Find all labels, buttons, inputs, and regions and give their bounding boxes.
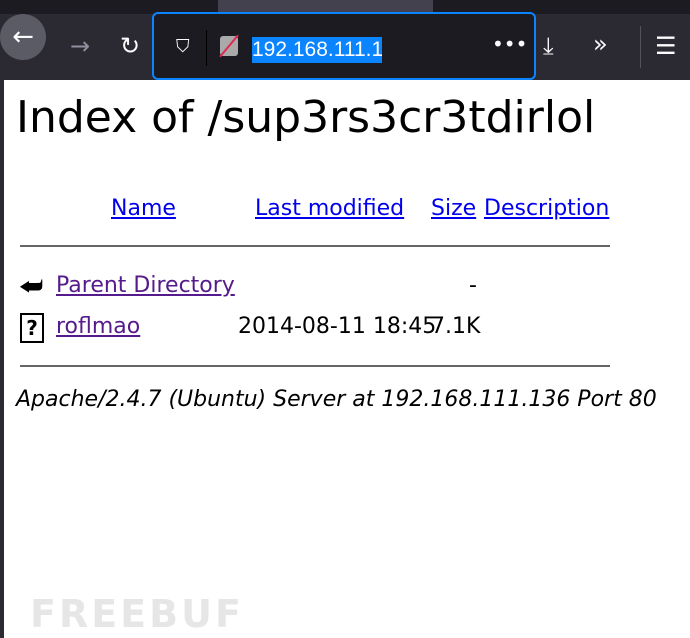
divider <box>20 365 610 367</box>
file-size: - <box>469 273 477 298</box>
file-size: 7.1K <box>431 314 481 339</box>
reload-button[interactable]: ↻ <box>120 34 140 58</box>
shield-icon[interactable]: ⛉ <box>176 36 190 57</box>
window-edge <box>0 80 4 638</box>
page-actions-button[interactable]: ••• <box>492 32 527 56</box>
file-link[interactable]: roflmao <box>56 314 140 339</box>
watermark-logo: FREEBUF <box>30 592 244 636</box>
divider <box>206 30 207 66</box>
sort-by-description-link[interactable]: Description <box>484 196 609 221</box>
insecure-lock-icon[interactable] <box>219 34 239 58</box>
menu-button[interactable]: ☰ <box>655 34 677 58</box>
divider <box>20 245 610 247</box>
page-content <box>0 80 690 638</box>
forward-button[interactable]: → <box>70 34 90 58</box>
back-button[interactable]: ← <box>0 14 46 60</box>
url-text[interactable]: 192.168.111.136/sup3rs3cr3tdirlol <box>252 37 382 63</box>
page-title: Index of /sup3rs3cr3tdirlol <box>16 92 596 143</box>
sort-by-name-link[interactable]: Name <box>111 196 176 221</box>
back-arrow-icon: ⮨ <box>19 272 44 302</box>
arrow-left-icon: ← <box>12 22 34 52</box>
divider <box>640 26 641 68</box>
sort-by-size-link[interactable]: Size <box>431 196 476 221</box>
overflow-chevron-icon[interactable]: » <box>593 32 608 56</box>
parent-directory-link[interactable]: Parent Directory <box>56 273 235 298</box>
url-bar[interactable]: ⛉ 192.168.111.136/sup3rs3cr3tdirlol ••• <box>152 12 536 80</box>
last-modified: 2014-08-11 18:45 <box>238 314 437 339</box>
download-button[interactable]: ⤓ <box>543 34 554 58</box>
unknown-file-icon: ? <box>20 313 44 343</box>
server-signature: Apache/2.4.7 (Ubuntu) Server at 192.168.… <box>16 387 657 412</box>
sort-by-last-modified-link[interactable]: Last modified <box>255 196 404 221</box>
